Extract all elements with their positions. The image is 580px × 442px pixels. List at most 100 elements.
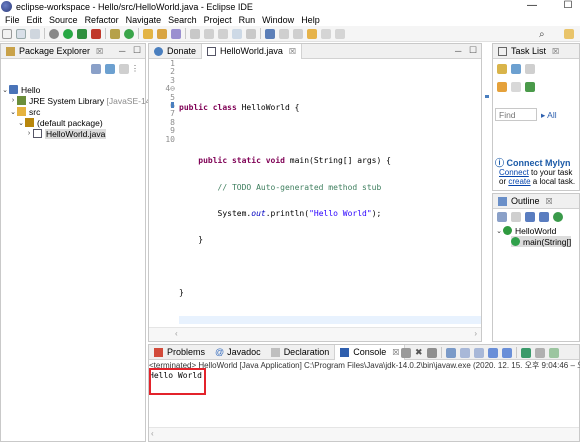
hide-fields-icon[interactable]	[525, 211, 535, 222]
tab-console[interactable]: Console ☒	[334, 344, 406, 360]
scroll-right-icon[interactable]: ›	[474, 329, 477, 338]
coverage-icon[interactable]	[77, 28, 87, 39]
collapse-all-icon[interactable]	[497, 211, 507, 222]
menu-refactor[interactable]: Refactor	[85, 15, 119, 25]
code-editor[interactable]: 1 2 3 4⊖ 5 6 7 8 9 10 public class Hello…	[149, 59, 481, 327]
categorized-icon[interactable]	[511, 63, 521, 74]
scroll-left-icon[interactable]: ‹	[175, 329, 178, 338]
run-icon[interactable]	[63, 28, 73, 39]
sync-icon[interactable]	[525, 81, 535, 92]
close-icon[interactable]: ☒	[96, 47, 103, 56]
menu-navigate[interactable]: Navigate	[126, 15, 162, 25]
clear-console-icon[interactable]	[445, 347, 456, 358]
expand-tasks-icon[interactable]	[511, 81, 521, 92]
create-link[interactable]: create	[508, 177, 530, 186]
connect-link[interactable]: Connect	[499, 168, 529, 177]
minimize-icon[interactable]: ─	[119, 46, 125, 56]
remove-launch-icon[interactable]: ✖	[415, 347, 423, 358]
tab-task-list[interactable]: Task List ☒	[493, 44, 564, 59]
annotation-icon[interactable]	[190, 28, 200, 39]
external-tools-icon[interactable]	[91, 28, 101, 39]
new-java-project-icon[interactable]	[110, 28, 120, 39]
close-icon[interactable]: ☒	[546, 197, 553, 206]
sort-icon[interactable]	[511, 211, 521, 222]
collapse-all-icon[interactable]	[91, 63, 101, 74]
forward-icon[interactable]	[335, 28, 345, 39]
breadcrumb-icon[interactable]	[265, 28, 275, 39]
tree-item-file[interactable]: › HelloWorld.java	[1, 128, 153, 139]
display-console-icon[interactable]	[534, 347, 545, 358]
menu-help[interactable]: Help	[301, 15, 320, 25]
tab-donate[interactable]: Donate	[149, 44, 201, 59]
save-all-icon[interactable]	[30, 28, 40, 39]
menu-file[interactable]: File	[5, 15, 20, 25]
tree-item-project[interactable]: ⌄ Hello	[1, 84, 153, 95]
open-type-icon[interactable]	[143, 28, 153, 39]
horizontal-scrollbar[interactable]: ‹ ›	[149, 327, 481, 341]
menu-project[interactable]: Project	[204, 15, 232, 25]
tree-item-jre[interactable]: › JRE System Library [JavaSE-14]	[1, 95, 153, 106]
toggle-mark-icon[interactable]	[204, 28, 214, 39]
expanded-arrow-icon[interactable]: ⌄	[9, 108, 17, 116]
maximize-button[interactable]: ☐	[556, 0, 580, 13]
find-input[interactable]: Find	[495, 108, 537, 121]
tab-declaration[interactable]: Declaration	[266, 345, 335, 360]
close-icon[interactable]: ☒	[289, 47, 296, 56]
tree-item-package[interactable]: ⌄ (default package)	[1, 117, 153, 128]
open-console-icon[interactable]	[548, 347, 559, 358]
pin-console-icon[interactable]	[520, 347, 531, 358]
show-on-stdout-icon[interactable]	[487, 347, 498, 358]
collapsed-arrow-icon[interactable]: ›	[25, 130, 33, 137]
outline-item-method[interactable]: main(String[]	[511, 236, 572, 247]
expanded-arrow-icon[interactable]: ⌄	[495, 227, 503, 235]
paragraph-icon[interactable]	[246, 28, 256, 39]
last-edit-icon[interactable]	[307, 28, 317, 39]
remove-all-icon[interactable]	[426, 347, 437, 358]
close-icon[interactable]: ☒	[552, 47, 559, 56]
minimize-icon[interactable]: ─	[455, 46, 461, 56]
menu-edit[interactable]: Edit	[27, 15, 43, 25]
collapsed-arrow-icon[interactable]: ›	[9, 97, 17, 104]
terminate-icon[interactable]	[401, 347, 411, 358]
collapse-tasks-icon[interactable]	[497, 81, 507, 92]
menu-run[interactable]: Run	[239, 15, 256, 25]
scroll-lock-icon[interactable]	[459, 347, 470, 358]
word-wrap-icon[interactable]	[473, 347, 484, 358]
link-editor-icon[interactable]	[105, 63, 115, 74]
prev-annotation-icon[interactable]	[293, 28, 303, 39]
tab-problems[interactable]: Problems	[149, 345, 210, 360]
perspective-icon[interactable]	[564, 29, 574, 39]
all-filter[interactable]: ▸ All	[541, 110, 557, 121]
show-whitespace-icon[interactable]	[218, 28, 228, 39]
tab-outline[interactable]: Outline ☒	[493, 194, 558, 209]
save-icon[interactable]	[16, 28, 26, 39]
horizontal-scrollbar[interactable]: ‹	[149, 427, 579, 441]
menu-search[interactable]: Search	[168, 15, 197, 25]
maximize-icon[interactable]: ☐	[133, 45, 141, 56]
search-icon[interactable]: ⌕	[539, 29, 545, 40]
search-tool-icon[interactable]	[171, 28, 181, 39]
show-on-stderr-icon[interactable]	[501, 347, 512, 358]
menu-source[interactable]: Source	[49, 15, 78, 25]
tree-item-src[interactable]: ⌄ src	[1, 106, 153, 117]
expanded-arrow-icon[interactable]: ⌄	[17, 119, 25, 127]
open-task-icon[interactable]	[157, 28, 167, 39]
hide-nonpublic-icon[interactable]	[553, 211, 563, 222]
tab-package-explorer[interactable]: Package Explorer ☒	[1, 44, 108, 59]
minimize-button[interactable]: —	[520, 0, 544, 13]
tab-javadoc[interactable]: @ Javadoc	[210, 345, 266, 360]
menu-window[interactable]: Window	[262, 15, 294, 25]
expanded-arrow-icon[interactable]: ⌄	[1, 86, 9, 94]
tab-helloworld[interactable]: HelloWorld.java ☒	[201, 43, 303, 59]
filter-icon[interactable]	[119, 63, 129, 74]
debug-icon[interactable]	[49, 28, 59, 39]
focus-icon[interactable]	[525, 63, 535, 74]
next-annotation-icon[interactable]	[279, 28, 289, 39]
back-icon[interactable]	[321, 28, 331, 39]
maximize-icon[interactable]: ☐	[469, 45, 477, 56]
hide-static-icon[interactable]	[539, 211, 549, 222]
new-task-icon[interactable]	[497, 63, 507, 74]
toggle-block-icon[interactable]	[232, 28, 242, 39]
outline-item-class[interactable]: ⌄ HelloWorld	[495, 225, 556, 236]
new-icon[interactable]	[2, 28, 12, 39]
